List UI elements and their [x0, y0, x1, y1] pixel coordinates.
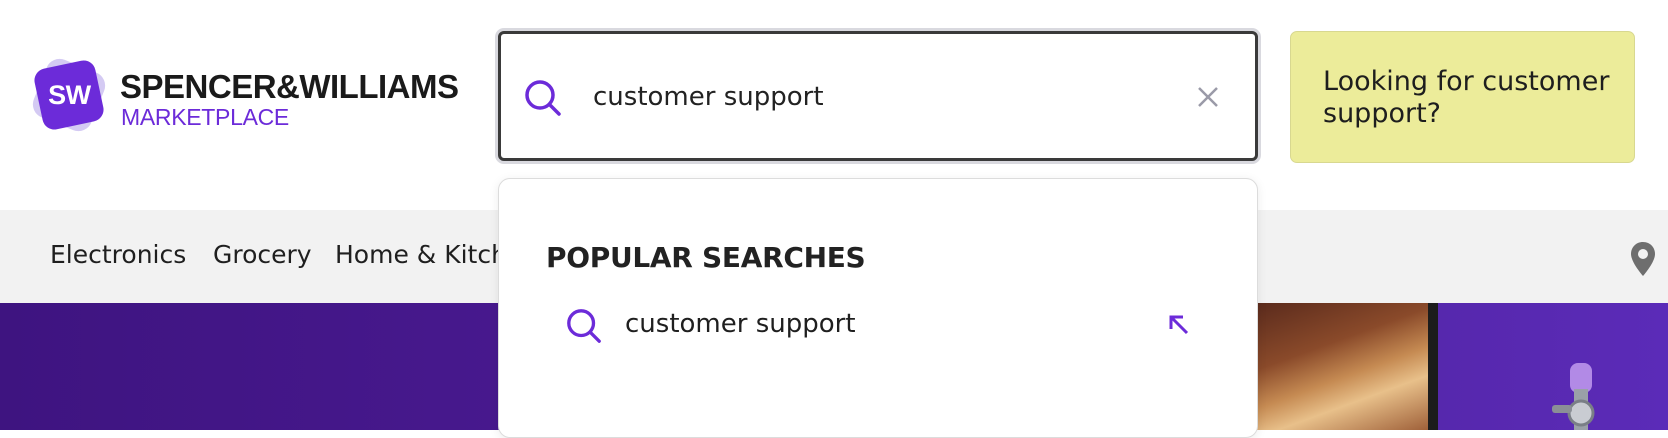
promo-text: Looking for customer support?	[1323, 66, 1610, 129]
location-pin-icon[interactable]	[1629, 241, 1657, 277]
search-suggestions-dropdown: POPULAR SEARCHES customer support	[498, 178, 1258, 438]
tv-product-image	[1254, 303, 1438, 430]
customer-support-promo[interactable]: Looking for customer support?	[1290, 31, 1635, 163]
close-icon[interactable]	[1193, 82, 1223, 112]
search-icon	[525, 80, 561, 116]
search-icon	[567, 309, 601, 343]
suggestion-label: customer support	[625, 309, 856, 339]
logo-mark-text: SW	[47, 79, 91, 110]
nav-item-grocery[interactable]: Grocery	[213, 240, 312, 269]
search-box[interactable]	[498, 31, 1258, 161]
logo-subtitle: MARKETPLACE	[121, 104, 289, 130]
arrow-up-left-icon[interactable]	[1165, 311, 1193, 339]
vacuum-product-image	[1552, 363, 1595, 430]
logo-title: SPENCER&WILLIAMS	[120, 68, 459, 105]
logo-mark: SW	[28, 54, 110, 136]
popular-searches-heading: POPULAR SEARCHES	[546, 241, 866, 274]
nav-item-electronics[interactable]: Electronics	[50, 240, 186, 269]
suggestion-item[interactable]: customer support	[539, 295, 1219, 355]
brand-logo[interactable]: SW SPENCER&WILLIAMS MARKETPLACE	[28, 54, 459, 138]
search-input[interactable]	[593, 68, 1113, 126]
